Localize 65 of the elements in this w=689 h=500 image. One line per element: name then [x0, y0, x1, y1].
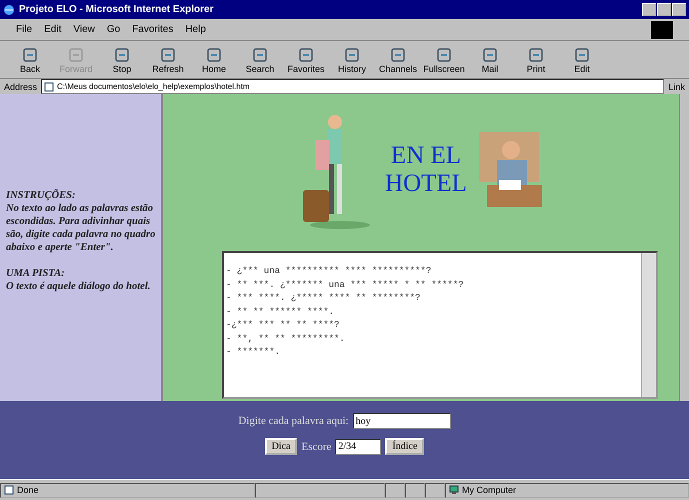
dialogue-line: - ¿*** una ********** **** **********?: [226, 265, 432, 278]
menu-item[interactable]: Favorites: [132, 24, 174, 35]
minimize-button[interactable]: [642, 3, 656, 16]
status-panel: [405, 482, 425, 498]
browser-icon: [3, 4, 15, 16]
word-input[interactable]: hoy: [352, 413, 451, 429]
dialogue-line: - *** ****. ¿***** **** ** ********?: [226, 292, 422, 305]
toolbar-icon: [527, 46, 545, 64]
dialogue-line: - **, ** ** *********.: [226, 332, 346, 346]
menu-item[interactable]: Go: [106, 24, 120, 35]
dialogue-text-area[interactable]: - ¿*** una ********** **** **********? - ** ***. ¿******* una *** ***** * ** *****? - *** ****. ¿***** **** ** ********? - ** ** ****** ****. -¿*** *** ** ** ****? - **, ** ** *********. - *******.: [222, 251, 658, 399]
hint-text: O texto é aquele diálogo do hotel.: [6, 280, 152, 293]
instructions-heading: INSTRUÇÕES:: [6, 189, 76, 202]
toolbar-icon: [159, 46, 177, 64]
index-button[interactable]: Índice: [385, 438, 424, 455]
dialogue-line: - ** ** ****** ****.: [226, 306, 336, 318]
toolbar-icon: [67, 46, 85, 64]
toolbar-button[interactable]: History: [330, 46, 374, 74]
toolbar-button[interactable]: Favorites: [284, 46, 328, 74]
hint-button[interactable]: Dica: [264, 438, 298, 455]
toolbar-button[interactable]: Print: [514, 46, 558, 74]
toolbar-icon: [113, 46, 131, 64]
links-label[interactable]: Link: [668, 82, 685, 92]
zone-text: My Computer: [462, 485, 516, 495]
scrollbar[interactable]: [641, 253, 656, 397]
toolbar-button[interactable]: Stop: [100, 46, 144, 74]
toolbar-icon: [251, 46, 269, 64]
toolbar-icon: [435, 46, 453, 64]
score-label: Escore: [301, 440, 332, 452]
menu-item[interactable]: Help: [185, 24, 206, 35]
toolbar-icon: [573, 46, 591, 64]
dialogue-line: - *******.: [226, 346, 282, 359]
page-icon: [44, 82, 54, 92]
maximize-button[interactable]: [657, 3, 671, 16]
toolbar-icon: [389, 46, 407, 64]
dialogue-line: -¿*** *** ** ** ****?: [226, 319, 340, 332]
toolbar-button[interactable]: Back: [8, 46, 52, 74]
toolbar-icon: [205, 46, 223, 64]
instructions-text: No texto ao lado as palavras estão escondidas. Para adivinhar quais são, digite cada palavra no quadro abaixo e aperte "Enter".: [6, 202, 156, 254]
toolbar-button[interactable]: Refresh: [146, 46, 190, 74]
toolbar-button[interactable]: Home: [192, 46, 236, 74]
hint-heading: UMA PISTA:: [6, 267, 66, 280]
toolbar-button[interactable]: Search: [238, 46, 282, 74]
window-title: Projeto ELO - Microsoft Internet Explorer: [19, 4, 214, 15]
score-field: 2/34: [335, 438, 382, 454]
computer-icon: [449, 485, 459, 495]
status-text: Done: [17, 485, 39, 495]
menu-item[interactable]: File: [16, 24, 32, 35]
menu-item[interactable]: View: [73, 24, 95, 35]
toolbar-button[interactable]: Edit: [560, 46, 604, 74]
menu-item[interactable]: Edit: [44, 24, 62, 35]
toolbar-icon: [481, 46, 499, 64]
page-title: EN EL HOTEL: [385, 142, 467, 198]
address-label: Address: [4, 82, 38, 92]
toolbar-icon: [297, 46, 315, 64]
word-prompt: Digite cada palavra aqui:: [238, 415, 349, 427]
toolbar-icon: [21, 46, 39, 64]
close-button[interactable]: [672, 3, 686, 16]
toolbar-button[interactable]: Channels: [376, 46, 420, 74]
toolbar-icon: [343, 46, 361, 64]
page-icon: [4, 485, 14, 495]
toolbar-button[interactable]: Mail: [468, 46, 512, 74]
toolbar-button[interactable]: Fullscreen: [422, 46, 466, 74]
dialogue-line: - ** ***. ¿******* una *** ***** * ** *****?: [226, 278, 465, 292]
address-field[interactable]: C:\Meus documentos\elo\elo_help\exemplos\hotel.htm: [41, 79, 664, 94]
